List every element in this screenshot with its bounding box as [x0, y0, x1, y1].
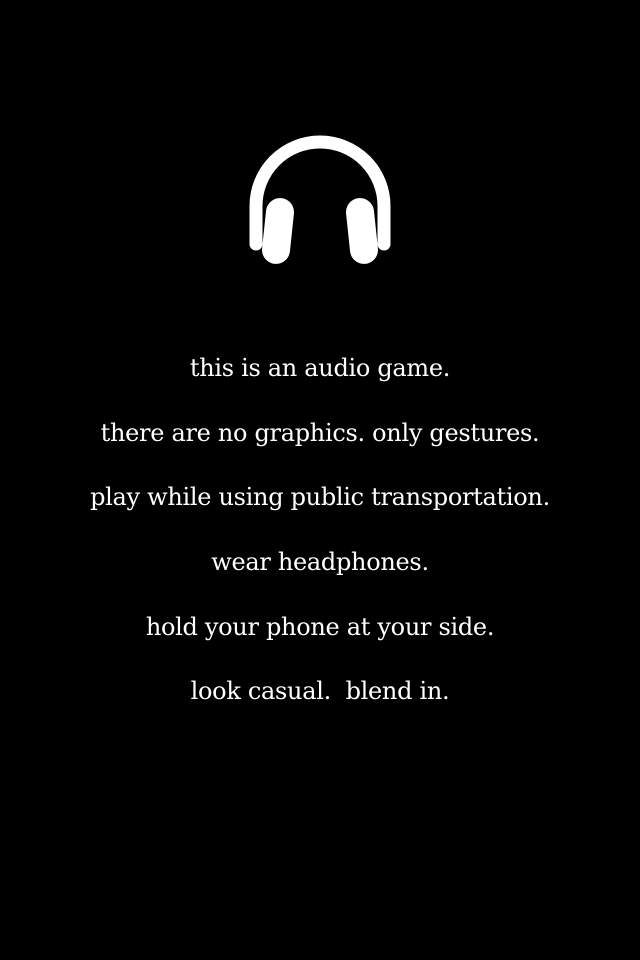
instruction-line-no-graphics: there are no graphics. only gestures. [100, 419, 540, 447]
instruction-line-hold-phone: hold your phone at your side. [145, 613, 495, 641]
headphones-icon [249, 135, 391, 264]
intro-screen: this is an audio game. there are no grap… [0, 0, 640, 960]
instruction-line-public-transport: play while using public transportation. [90, 483, 550, 511]
instruction-line-audio-game: this is an audio game. [189, 354, 451, 382]
instruction-line-look-casual: look casual. blend in. [190, 677, 450, 705]
instruction-line-headphones: wear headphones. [211, 548, 429, 576]
